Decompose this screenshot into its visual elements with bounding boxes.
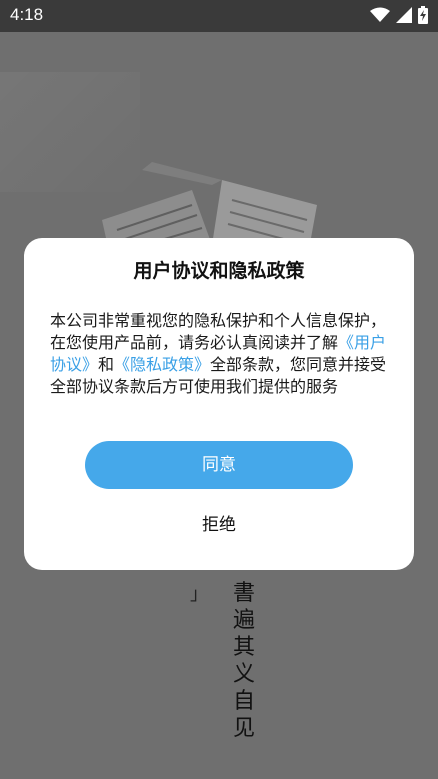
privacy-policy-link[interactable]: 《隐私政策》 <box>114 355 210 374</box>
background-bracket-text: 」 <box>190 584 208 605</box>
dialog-body: 本公司非常重视您的隐私保护和个人信息保护，在您使用产品前，请务必认真阅读并了解《… <box>50 310 390 398</box>
and-text: 和 <box>98 355 115 374</box>
agree-button[interactable]: 同意 <box>85 441 353 489</box>
body-prefix-text: 本公司非常重视您的隐私保护和个人信息保护，在您使用产品前，请务必认真阅读并了解 <box>50 311 387 352</box>
status-time: 4:18 <box>10 5 44 24</box>
privacy-dialog: 用户协议和隐私政策 本公司非常重视您的隐私保护和个人信息保护，在您使用产品前，请… <box>24 238 414 570</box>
dialog-title: 用户协议和隐私政策 <box>133 260 305 282</box>
reject-button[interactable]: 拒绝 <box>139 508 299 542</box>
wifi-icon <box>370 7 390 27</box>
signal-icon <box>396 7 412 27</box>
background-vertical-text: 書遍其义自见 <box>233 581 256 741</box>
status-bar: 4:18 <box>0 0 438 32</box>
status-icons <box>370 6 428 28</box>
battery-charging-icon <box>418 6 428 28</box>
